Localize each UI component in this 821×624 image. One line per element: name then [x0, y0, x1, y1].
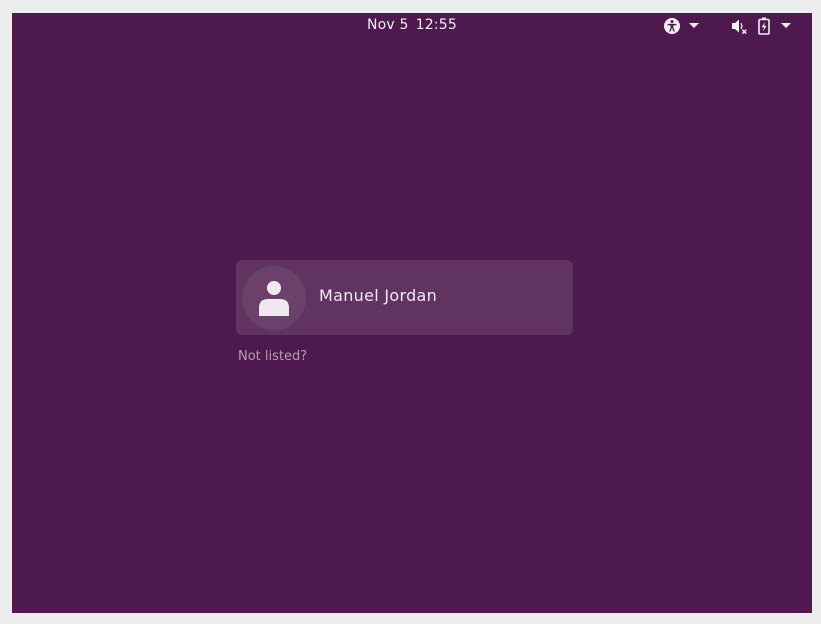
battery-charging-icon: [758, 17, 770, 35]
user-name: Manuel Jordan: [319, 286, 438, 305]
top-bar: Nov 5 12:55: [12, 13, 812, 39]
not-listed-link[interactable]: Not listed?: [238, 349, 307, 364]
login-screen: Nov 5 12:55 Manuel Jordan Not listed?: [12, 13, 812, 613]
volume-muted-icon: [730, 17, 748, 35]
user-icon: [257, 279, 291, 317]
accessibility-icon: [663, 17, 681, 35]
chevron-down-icon: [689, 23, 699, 29]
system-status-menu[interactable]: [730, 16, 791, 36]
user-list-item[interactable]: Manuel Jordan: [236, 260, 573, 335]
clock-time: 12:55: [415, 17, 458, 33]
clock-date: Nov 5: [366, 17, 409, 33]
accessibility-menu[interactable]: [663, 16, 699, 36]
chevron-down-icon: [781, 23, 791, 29]
avatar: [242, 266, 306, 330]
